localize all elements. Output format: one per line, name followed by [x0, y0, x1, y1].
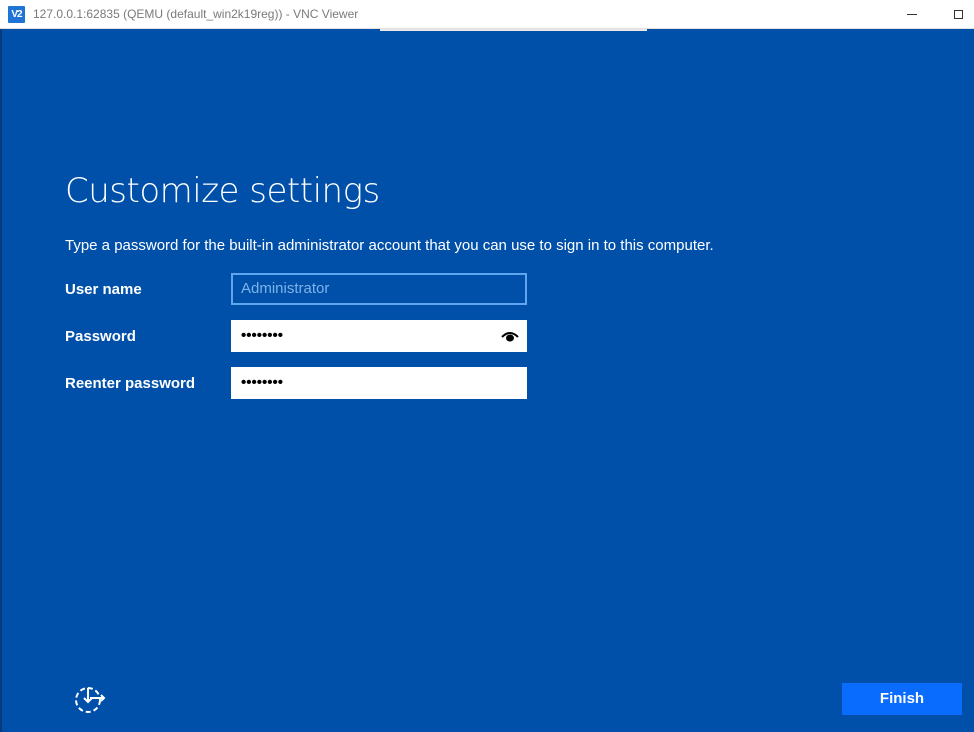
username-field[interactable]: Administrator [231, 273, 527, 305]
username-label: User name [65, 281, 142, 298]
description-text: Type a password for the built-in adminis… [65, 237, 714, 254]
vnc-viewer-window: V2 127.0.0.1:62835 (QEMU (default_win2k1… [0, 0, 974, 732]
minimize-icon [907, 13, 917, 15]
minimize-button[interactable] [889, 0, 935, 28]
vnc-viewer-icon: V2 [8, 6, 25, 23]
password-field[interactable]: •••••••• [231, 320, 527, 352]
remote-screen: Customize settings Type a password for t… [2, 29, 974, 732]
page-title: Customize settings [65, 171, 380, 211]
maximize-icon [953, 9, 963, 19]
vnc-toolbar-strip [380, 29, 647, 31]
title-bar: V2 127.0.0.1:62835 (QEMU (default_win2k1… [0, 0, 974, 29]
username-placeholder: Administrator [241, 280, 330, 297]
maximize-button[interactable] [935, 0, 974, 28]
password-value: •••••••• [241, 327, 284, 344]
reenter-password-field[interactable]: •••••••• [231, 367, 527, 399]
password-label: Password [65, 328, 136, 345]
ease-of-access-icon[interactable] [72, 683, 108, 717]
finish-button[interactable]: Finish [842, 683, 962, 715]
reenter-password-label: Reenter password [65, 375, 196, 392]
eye-icon[interactable] [501, 328, 519, 344]
reenter-password-value: •••••••• [241, 374, 284, 391]
window-title: 127.0.0.1:62835 (QEMU (default_win2k19re… [33, 7, 359, 21]
